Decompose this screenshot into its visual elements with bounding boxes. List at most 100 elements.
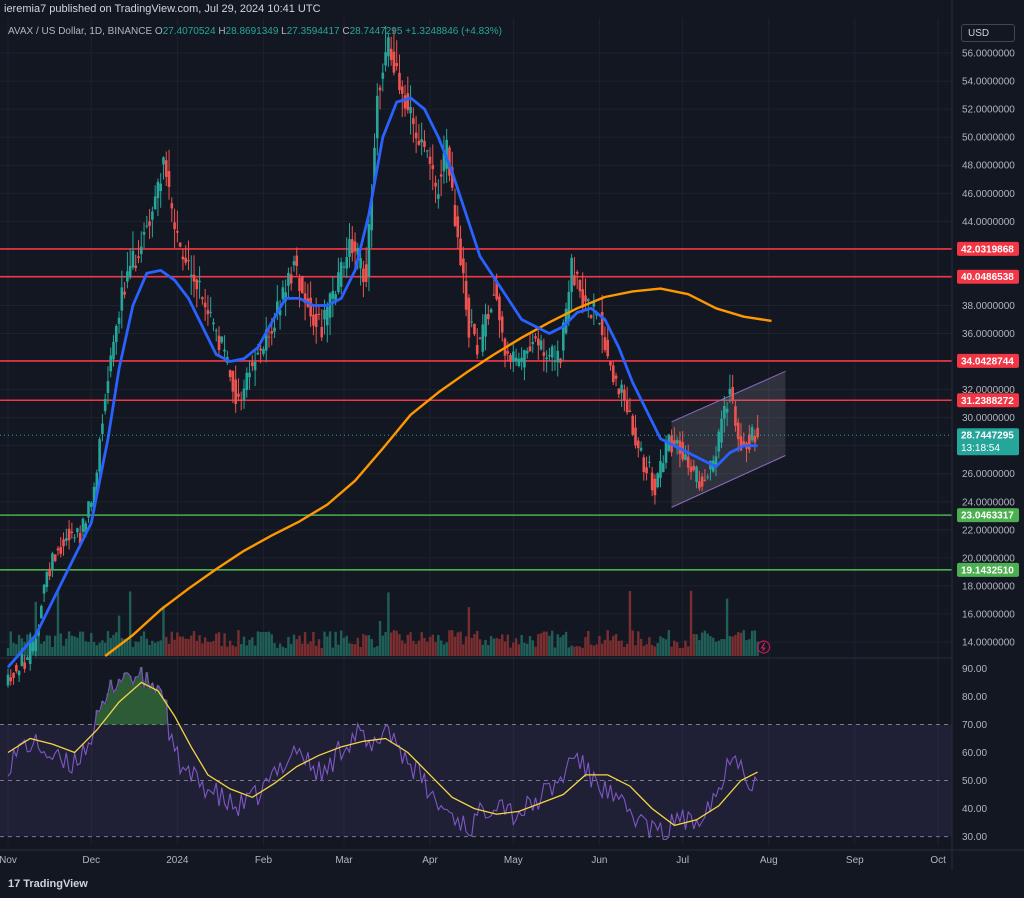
volume-bar xyxy=(223,633,226,656)
candle-body xyxy=(523,350,526,368)
price-tick-label: 52.0000000 xyxy=(962,105,1015,116)
candle-body xyxy=(234,379,237,404)
volume-bar xyxy=(439,640,443,656)
candle-body xyxy=(53,554,57,561)
volume-bar xyxy=(412,640,415,656)
volume-bar xyxy=(184,638,187,656)
volume-bar xyxy=(589,644,593,656)
candle-body xyxy=(428,156,432,164)
volume-bar xyxy=(575,646,579,656)
volume-bar xyxy=(512,642,515,656)
trading-chart[interactable]: 30.00 40.00 50.00 60.00 70.00 80.00 90.00 14.0… xyxy=(0,0,1024,898)
candle-body xyxy=(500,316,504,333)
volume-bar xyxy=(76,637,79,656)
candle-body xyxy=(12,673,15,678)
open-value: 27.4070524 xyxy=(162,26,216,37)
candle-body xyxy=(489,309,493,313)
candle-body xyxy=(725,408,729,413)
candle-body xyxy=(606,339,610,357)
volume-bar xyxy=(578,646,582,656)
volume-bar xyxy=(653,646,657,656)
price-tick-label: 18.0000000 xyxy=(962,581,1015,592)
candle-body xyxy=(201,297,204,300)
candle-body xyxy=(387,37,390,57)
candle-body xyxy=(609,361,612,366)
candle-body xyxy=(414,132,418,139)
candle-body xyxy=(439,174,443,177)
candle-body xyxy=(423,140,426,147)
candle-body xyxy=(434,182,437,187)
volume-bar xyxy=(595,644,598,656)
volume-bar xyxy=(92,642,96,656)
time-tick-label: Dec xyxy=(82,855,100,866)
candle-body xyxy=(392,51,396,73)
candle-body xyxy=(639,447,643,451)
volume-bar xyxy=(642,645,646,656)
candle-body xyxy=(603,337,607,350)
candle-body xyxy=(367,224,371,277)
volume-bar xyxy=(426,641,429,656)
candle-body xyxy=(81,518,85,532)
volume-bar xyxy=(167,643,171,656)
candle-body xyxy=(223,349,226,352)
volume-bar xyxy=(395,630,398,656)
volume-bar xyxy=(609,640,612,656)
volume-bar xyxy=(156,641,160,656)
volume-bar xyxy=(81,631,85,656)
volume-bar xyxy=(453,636,457,656)
volume-bar xyxy=(403,643,407,656)
volume-bar xyxy=(351,643,354,656)
volume-bar xyxy=(431,634,434,656)
price-tick-label: 48.0000000 xyxy=(962,161,1015,172)
volume-bar xyxy=(659,636,662,656)
candle-body xyxy=(586,299,590,302)
volume-bar xyxy=(492,638,496,656)
volume-bar xyxy=(548,635,551,656)
candle-body xyxy=(209,311,212,313)
price-tick-label: 54.0000000 xyxy=(962,77,1015,88)
time-tick-label: Feb xyxy=(255,855,273,866)
volume-bar xyxy=(334,631,337,656)
candle-body xyxy=(675,439,679,444)
volume-bar xyxy=(65,638,68,656)
volume-bar xyxy=(464,636,468,656)
volume-bar xyxy=(564,631,568,656)
currency-button[interactable]: USD xyxy=(961,24,1015,42)
candle-body xyxy=(573,275,576,286)
candle-body xyxy=(267,336,271,338)
time-tick-label: Nov xyxy=(0,855,17,866)
symbol-legend: AVAX / US Dollar, 1D, BINANCE O27.407052… xyxy=(8,26,502,37)
candle-body xyxy=(537,338,540,346)
volume-bar xyxy=(131,647,135,656)
volume-bar xyxy=(478,639,482,656)
volume-bar xyxy=(623,646,626,656)
price-tick-label: 24.0000000 xyxy=(962,497,1015,508)
candle-body xyxy=(56,548,60,551)
volume-bar xyxy=(670,646,673,656)
volume-bar xyxy=(526,643,529,656)
volume-bar xyxy=(112,634,115,656)
candle-body xyxy=(34,639,38,652)
price-tick-label: 30.0000000 xyxy=(962,413,1015,424)
candle-body xyxy=(359,258,362,269)
volume-bar xyxy=(506,634,509,656)
candle-body xyxy=(65,538,68,541)
volume-bar xyxy=(451,630,454,656)
volume-bar xyxy=(342,637,346,656)
volume-bar xyxy=(617,640,621,656)
candle-body xyxy=(459,238,462,266)
volume-bar xyxy=(695,634,698,656)
volume-bar xyxy=(684,640,687,656)
volume-bar xyxy=(339,630,343,656)
volume-bar xyxy=(725,598,729,656)
candle-body xyxy=(9,677,13,682)
volume-bar xyxy=(689,590,693,656)
volume-bar xyxy=(448,630,451,656)
volume-bar xyxy=(598,635,601,656)
volume-bar xyxy=(723,639,726,656)
volume-bar xyxy=(437,634,440,656)
candle-body xyxy=(398,72,401,91)
volume-bar xyxy=(420,632,423,656)
volume-bar xyxy=(570,645,573,656)
candle-body xyxy=(228,370,232,378)
